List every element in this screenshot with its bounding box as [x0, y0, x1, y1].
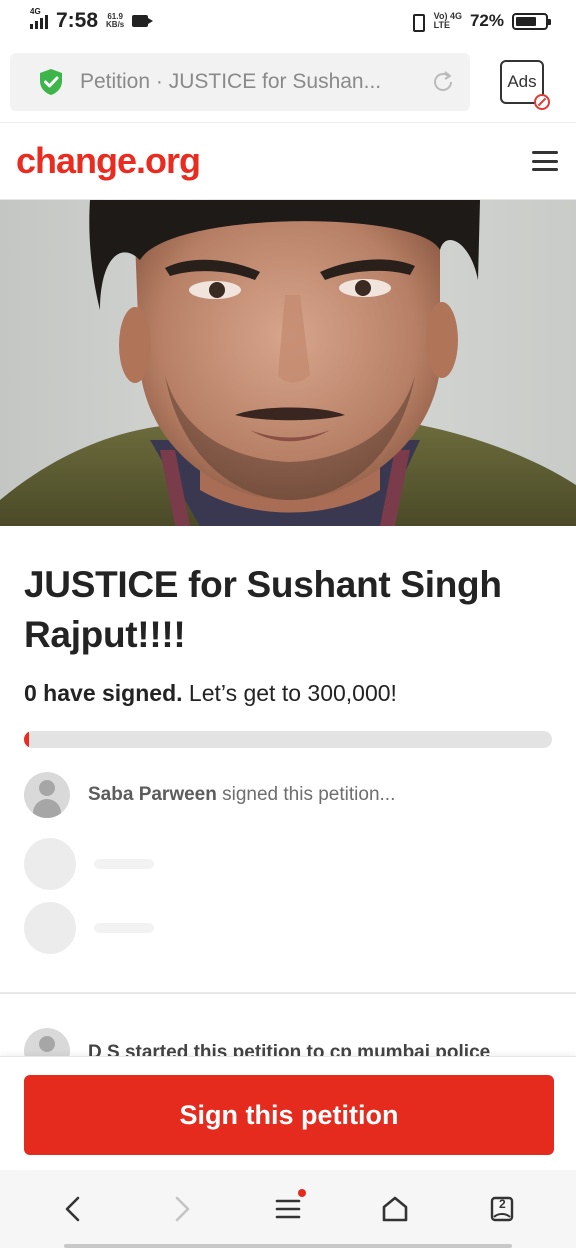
status-bar: 4G 7:58 61.9 KB/s Vo) 4G LTE 72% [0, 0, 576, 42]
url-text: Petition · JUSTICE for Sushan... [80, 70, 382, 93]
battery-percent: 72% [469, 11, 504, 30]
forward-button[interactable] [153, 1181, 209, 1237]
petition-starter: D S started this petition to cp mumbai p… [24, 1028, 552, 1056]
site-menu-icon[interactable] [532, 151, 558, 171]
reload-icon[interactable] [430, 69, 456, 95]
back-button[interactable] [46, 1181, 102, 1237]
sign-petition-button[interactable]: Sign this petition [24, 1075, 554, 1155]
recent-signer-text: Saba Parween signed this petition... [88, 784, 395, 806]
ad-block-button[interactable]: Ads [500, 60, 550, 110]
signer-placeholder [24, 902, 552, 954]
video-camera-icon [132, 15, 154, 27]
network-labels: Vo) 4G LTE [434, 12, 462, 30]
chevron-right-icon [175, 1196, 190, 1222]
network-type: 4G [30, 7, 41, 16]
shield-check-icon [40, 69, 62, 95]
ads-label: Ads [507, 72, 537, 91]
battery-fill [516, 16, 537, 26]
home-button[interactable] [367, 1181, 423, 1237]
signed-count-bold: 0 have signed. [24, 680, 183, 706]
site-header: change.org [0, 122, 576, 200]
chevron-left-icon [65, 1196, 79, 1222]
signer-action: signed this petition... [222, 784, 396, 805]
block-icon [534, 94, 550, 110]
notification-dot [297, 1189, 306, 1197]
vibrate-icon [408, 13, 426, 32]
signal-icon: 4G [30, 7, 48, 29]
speed-unit: KB/s [106, 20, 125, 29]
section-divider [0, 992, 576, 994]
signature-progress-bar [24, 731, 552, 748]
signed-goal-text: Let’s get to 300,000! [188, 680, 397, 706]
browser-toolbar: Petition · JUSTICE for Sushan... Ads [0, 42, 576, 122]
gesture-bar [64, 1244, 512, 1248]
petition-hero-image [0, 200, 576, 526]
status-left: 4G 7:58 61.9 KB/s [30, 7, 154, 33]
address-bar[interactable]: Petition · JUSTICE for Sushan... [10, 53, 470, 111]
avatar [24, 1028, 70, 1056]
placeholder-avatar [24, 902, 76, 954]
home-icon [382, 1196, 408, 1222]
network-speed: 61.9 KB/s [106, 13, 124, 29]
browser-menu-button[interactable] [260, 1181, 316, 1237]
tabs-button[interactable]: 2 [474, 1181, 530, 1237]
placeholder-avatar [24, 838, 76, 890]
recent-signer: Saba Parween signed this petition... [24, 772, 552, 818]
placeholder-line [94, 859, 154, 869]
portrait-image [0, 200, 576, 526]
battery-icon [512, 12, 551, 30]
status-right: Vo) 4G LTE 72% [408, 11, 551, 32]
sign-bar: Sign this petition [0, 1056, 576, 1170]
starter-text: D S started this petition to cp mumbai p… [88, 1042, 491, 1056]
petition-content: JUSTICE for Sushant Singh Rajput!!!! 0 h… [0, 526, 576, 954]
browser-bottom-nav: 2 [0, 1170, 576, 1248]
signature-count: 0 have signed. Let’s get to 300,000! [24, 680, 552, 707]
petition-title: JUSTICE for Sushant Singh Rajput!!!! [24, 564, 502, 655]
avatar [24, 772, 70, 818]
lte-label: LTE [433, 20, 450, 30]
clock: 7:58 [56, 9, 99, 32]
hamburger-icon [275, 1199, 301, 1219]
signer-placeholder [24, 838, 552, 890]
progress-fill [24, 731, 30, 748]
change-org-logo[interactable]: change.org [16, 140, 201, 182]
signer-name: Saba Parween [88, 784, 217, 805]
tab-count: 2 [499, 1197, 506, 1211]
placeholder-line [94, 923, 154, 933]
